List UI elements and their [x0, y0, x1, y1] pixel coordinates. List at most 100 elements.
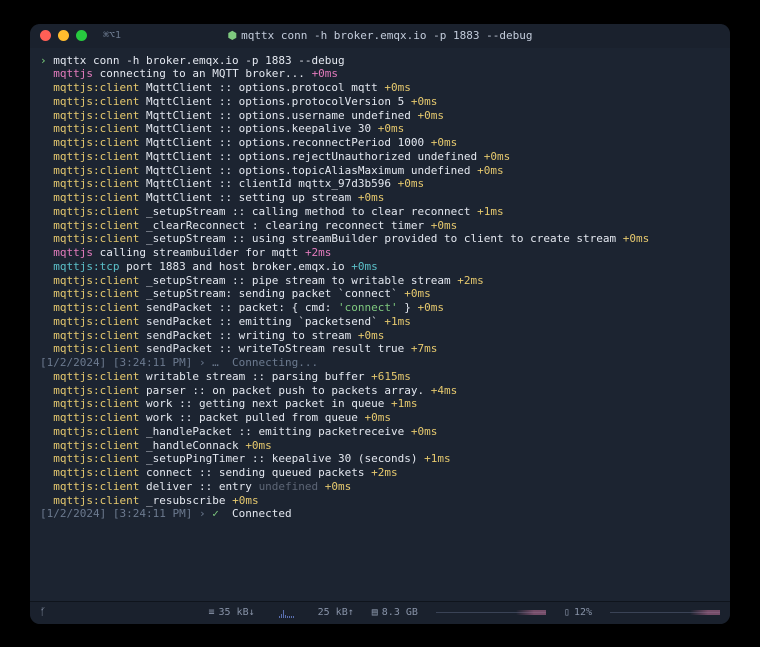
log-line: mqttjs:client MqttClient :: options.prot…	[40, 81, 720, 95]
log-line: mqttjs:client parser :: on packet push t…	[40, 384, 720, 398]
log-timing: +0ms	[477, 164, 504, 177]
log-message: connecting to an MQTT broker...	[100, 67, 305, 80]
log-timing: +0ms	[411, 425, 438, 438]
log-message: MqttClient :: setting up stream	[146, 191, 351, 204]
net-up-stat: 25 kB↑	[318, 607, 354, 618]
download-icon: ≡	[208, 607, 214, 618]
log-namespace: mqttjs:client	[53, 480, 139, 493]
log-namespace: mqttjs:tcp	[53, 260, 119, 273]
log-message: _handleConnack	[146, 439, 239, 452]
log-message: writable stream :: parsing buffer	[146, 370, 365, 383]
log-message: _setupStream :: using streamBuilder prov…	[146, 232, 616, 245]
log-message: work :: packet pulled from queue	[146, 411, 358, 424]
log-namespace: mqttjs:client	[53, 370, 139, 383]
log-namespace: mqttjs:client	[53, 274, 139, 287]
log-timing: +0ms	[484, 150, 511, 163]
log-line: mqttjs:client MqttClient :: options.topi…	[40, 164, 720, 178]
log-line: mqttjs:client work :: getting next packe…	[40, 397, 720, 411]
log-quoted: 'connect'	[338, 301, 398, 314]
git-branch-icon: ᚶ	[40, 607, 46, 618]
log-line: mqttjs:client deliver :: entry undefined…	[40, 480, 720, 494]
status-connected: Connected	[219, 507, 292, 520]
log-namespace: mqttjs:client	[53, 329, 139, 342]
log-line: mqttjs:client MqttClient :: options.keep…	[40, 122, 720, 136]
log-line: mqttjs:client _setupStream: sending pack…	[40, 287, 720, 301]
log-timing: +2ms	[371, 466, 398, 479]
log-namespace: mqttjs	[53, 67, 93, 80]
mem-graph	[436, 612, 546, 613]
status-connected-line: [1/2/2024] [3:24:11 PM] › ✓ Connected	[40, 507, 720, 521]
status-connecting: [1/2/2024] [3:24:11 PM] › … Connecting..…	[40, 356, 318, 369]
log-timing: +7ms	[411, 342, 438, 355]
log-message: MqttClient :: options.reconnectPeriod 10…	[146, 136, 424, 149]
log-namespace: mqttjs:client	[53, 342, 139, 355]
log-namespace: mqttjs:client	[53, 232, 139, 245]
close-button[interactable]	[40, 30, 51, 41]
log-namespace: mqttjs:client	[53, 452, 139, 465]
log-namespace: mqttjs:client	[53, 384, 139, 397]
log-message: MqttClient :: options.username undefined	[146, 109, 411, 122]
log-message: MqttClient :: options.topicAliasMaximum …	[146, 164, 471, 177]
log-namespace: mqttjs:client	[53, 122, 139, 135]
log-message: MqttClient :: options.keepalive 30	[146, 122, 371, 135]
titlebar: ⌘⌥1 ⬢mqttx conn -h broker.emqx.io -p 188…	[30, 24, 730, 48]
log-line: mqttjs:client sendPacket :: writing to s…	[40, 329, 720, 343]
log-message: MqttClient :: options.protocol mqtt	[146, 81, 378, 94]
process-icon: ⬢	[227, 29, 237, 42]
traffic-lights	[40, 30, 87, 41]
log-namespace: mqttjs:client	[53, 205, 139, 218]
log-line: mqttjs:client _handlePacket :: emitting …	[40, 425, 720, 439]
log-namespace: mqttjs:client	[53, 425, 139, 438]
log-line: mqttjs:client _setupStream :: pipe strea…	[40, 274, 720, 288]
log-message: MqttClient :: options.rejectUnauthorized…	[146, 150, 477, 163]
net-down-stat: ≡35 kB↓	[208, 607, 254, 618]
log-timing: +0ms	[404, 287, 431, 300]
log-namespace: mqttjs:client	[53, 439, 139, 452]
log-message: work :: getting next packet in queue	[146, 397, 384, 410]
log-line: mqttjs:client _handleConnack +0ms	[40, 439, 720, 453]
log-namespace: mqttjs:client	[53, 136, 139, 149]
log-timing: +1ms	[384, 315, 411, 328]
net-sparkline	[279, 608, 294, 618]
zoom-button[interactable]	[76, 30, 87, 41]
log-line: mqttjs:client _setupStream :: calling me…	[40, 205, 720, 219]
minimize-button[interactable]	[58, 30, 69, 41]
log-namespace: mqttjs:client	[53, 150, 139, 163]
tab-shortcut-label: ⌘⌥1	[103, 30, 121, 41]
log-line: mqttjs:client sendPacket :: writeToStrea…	[40, 342, 720, 356]
log-timing: +0ms	[411, 95, 438, 108]
status-ts: [1/2/2024] [3:24:11 PM] ›	[40, 507, 212, 520]
log-namespace: mqttjs:client	[53, 287, 139, 300]
log-message: _handlePacket :: emitting packetreceive	[146, 425, 404, 438]
log-message: port 1883 and host broker.emqx.io	[126, 260, 345, 273]
statusbar: ᚶ ≡35 kB↓ 25 kB↑ ▤8.3 GB ▯12%	[30, 601, 730, 624]
log-message: _clearReconnect : clearing reconnect tim…	[146, 219, 424, 232]
log-message: MqttClient :: options.protocolVersion 5	[146, 95, 404, 108]
log-message: deliver :: entry	[146, 480, 259, 493]
window-title: ⬢mqttx conn -h broker.emqx.io -p 1883 --…	[30, 29, 730, 42]
log-namespace: mqttjs:client	[53, 494, 139, 507]
log-timing: +2ms	[457, 274, 484, 287]
log-timing: +0ms	[358, 329, 385, 342]
log-line: mqttjs:client writable stream :: parsing…	[40, 370, 720, 384]
log-namespace: mqttjs:client	[53, 315, 139, 328]
log-message: sendPacket :: writing to stream	[146, 329, 351, 342]
terminal-body[interactable]: › mqttx conn -h broker.emqx.io -p 1883 -…	[30, 48, 730, 601]
log-message: _resubscribe	[146, 494, 225, 507]
log-timing: +0ms	[232, 494, 259, 507]
log-message: connect :: sending queued packets	[146, 466, 365, 479]
log-line: mqttjs connecting to an MQTT broker... +…	[40, 67, 720, 81]
log-namespace: mqttjs:client	[53, 191, 139, 204]
log-message: sendPacket :: emitting `packetsend`	[146, 315, 378, 328]
log-line: mqttjs:client sendPacket :: emitting `pa…	[40, 315, 720, 329]
log-namespace: mqttjs	[53, 246, 93, 259]
log-namespace: mqttjs:client	[53, 219, 139, 232]
log-timing: +1ms	[424, 452, 451, 465]
log-line: mqttjs:tcp port 1883 and host broker.emq…	[40, 260, 720, 274]
log-dim: undefined	[259, 480, 319, 493]
log-timing: +0ms	[384, 81, 411, 94]
log-namespace: mqttjs:client	[53, 95, 139, 108]
log-line: mqttjs:client MqttClient :: options.reco…	[40, 136, 720, 150]
log-namespace: mqttjs:client	[53, 466, 139, 479]
log-namespace: mqttjs:client	[53, 164, 139, 177]
